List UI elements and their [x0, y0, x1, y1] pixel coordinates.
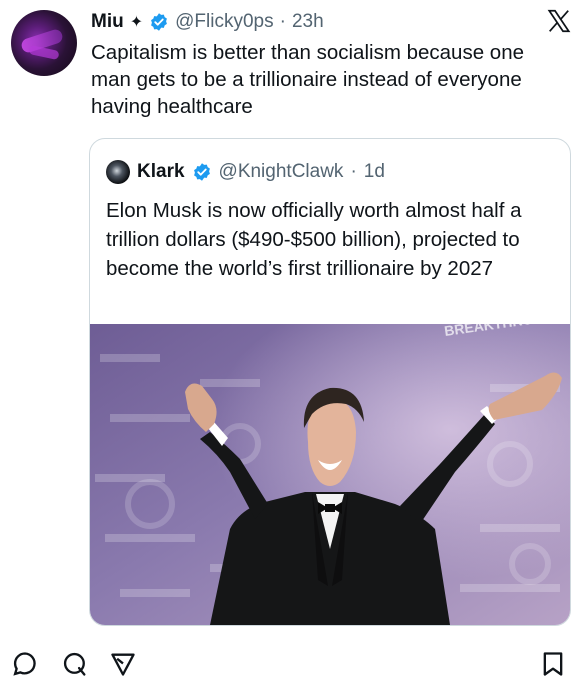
reply-icon [13, 652, 36, 676]
action-bar [0, 647, 588, 687]
separator: · [350, 161, 357, 182]
post-time[interactable]: 23h [292, 11, 324, 33]
x-logo-icon [547, 9, 571, 33]
quoted-tweet-photo[interactable]: BREAKTHROUGH PRIZE [90, 324, 570, 625]
tweet-text: Capitalism is better than socialism beca… [91, 41, 524, 118]
quoted-tweet-card[interactable]: Klark @KnightClawk · 1d Elon Musk is now… [89, 138, 571, 626]
quoted-author-name[interactable]: Klark [137, 161, 185, 183]
quoted-author-handle[interactable]: @KnightClawk [219, 161, 344, 183]
quoted-post-time[interactable]: 1d [364, 161, 385, 183]
verified-badge-icon [151, 13, 168, 31]
verified-badge-icon [193, 163, 210, 181]
bookmark-button[interactable] [538, 647, 568, 681]
sparkle-icon: ✦ [129, 14, 144, 31]
repost-button[interactable] [60, 647, 90, 681]
quoted-tweet-text: Elon Musk is now officially worth almost… [106, 199, 522, 280]
quoted-tweet-header: Klark @KnightClawk · 1d [106, 159, 385, 185]
share-icon [111, 653, 135, 676]
author-handle[interactable]: @Flicky0ps [175, 11, 273, 33]
quoted-author-avatar[interactable] [106, 160, 130, 184]
bookmark-icon [543, 652, 563, 676]
tweet: Miu ✦ @Flicky0ps · 23h Capitalism is bet… [0, 0, 588, 693]
tweet-header: Miu ✦ @Flicky0ps · 23h [91, 9, 324, 35]
author-avatar[interactable] [11, 10, 77, 76]
share-button[interactable] [108, 647, 138, 681]
author-name[interactable]: Miu [91, 11, 124, 33]
separator: · [279, 11, 286, 32]
reply-button[interactable] [10, 647, 40, 681]
repost-icon [63, 652, 86, 676]
